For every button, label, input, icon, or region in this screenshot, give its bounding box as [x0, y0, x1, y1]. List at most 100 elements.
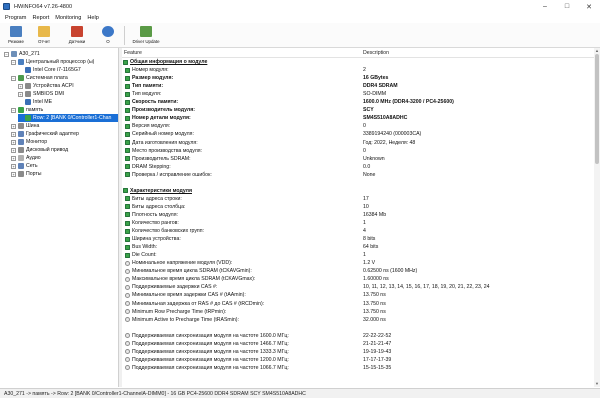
tree-item[interactable]: + Дисковый привод	[11, 146, 68, 154]
detail-list[interactable]: Feature Description Общая информация о м…	[122, 48, 594, 387]
detail-row[interactable]: Дата изготовления модуля: Год: 2022, Неде…	[122, 139, 594, 147]
column-header-description[interactable]: Description	[363, 48, 389, 57]
info-icon	[125, 220, 130, 226]
menu-program[interactable]: Program	[2, 15, 29, 21]
detail-row[interactable]: Производитель модуля: SCY	[122, 106, 594, 114]
detail-row[interactable]: Ширина устройства: 8 bits	[122, 235, 594, 243]
report-button[interactable]: Отчет	[33, 25, 55, 46]
detail-row[interactable]: Количество рангов: 1	[122, 219, 594, 227]
menu-help[interactable]: Help	[84, 15, 102, 21]
detail-row[interactable]: Минимальное время задержки CAS # (tAAmin…	[122, 291, 594, 299]
detail-row[interactable]: Минимальное время цикла SDRAM (tCKAVGmin…	[122, 267, 594, 275]
tree-item[interactable]: + Сеть	[11, 162, 38, 170]
detail-row[interactable]: Minimum Active to Precharge Time (tRASmi…	[122, 316, 594, 324]
detail-row[interactable]: Серийный номер модуля: 3389194240 (000003…	[122, 130, 594, 138]
device-tree[interactable]: − A30_271− Центральный процессор (ы) Intel …	[2, 48, 119, 387]
info-icon	[125, 212, 130, 218]
detail-row[interactable]: Minimum Row Precharge Time (tRPmin): 13.7…	[122, 308, 594, 316]
detail-row[interactable]: Место производства модуля: 0	[122, 147, 594, 155]
summary-button[interactable]: Резюме	[5, 25, 27, 46]
sensors-button[interactable]: Датчики	[64, 25, 90, 46]
expand-icon[interactable]: +	[18, 83, 23, 89]
maximize-button[interactable]: □	[556, 0, 578, 13]
timing-icon	[125, 357, 130, 363]
tree-item[interactable]: + Шина	[11, 122, 39, 130]
detail-row[interactable]: Биты адреса столбца: 10	[122, 203, 594, 211]
detail-row[interactable]: Максимальное время цикла SDRAM (tCKAVGma…	[122, 275, 594, 283]
detail-row[interactable]: Поддерживаемая синхронизация модуля на ч…	[122, 340, 594, 348]
tree-item[interactable]: Intel ME	[18, 98, 52, 106]
expand-icon[interactable]: +	[11, 123, 16, 129]
feature-label: Номинальное напряжение модуля (VDD):	[132, 260, 233, 267]
collapse-icon[interactable]: −	[11, 59, 16, 65]
tree-item[interactable]: − Системная плата	[11, 74, 68, 82]
driver-update-button[interactable]: Driver Update	[129, 25, 163, 46]
detail-row[interactable]: Минимальная задержка от RAS # до CAS # (…	[122, 300, 594, 308]
tree-item[interactable]: Row: 2 [BANK 0/Controller1-Chan	[18, 114, 118, 122]
collapse-icon[interactable]: −	[11, 107, 16, 113]
detail-row[interactable]: Плотность модуля: 16384 Mb	[122, 211, 594, 219]
detail-row[interactable]: Поддерживаемая синхронизация модуля на ч…	[122, 332, 594, 340]
detail-row[interactable]: Поддерживаемая синхронизация модуля на ч…	[122, 364, 594, 372]
detail-row[interactable]: Поддерживаемые задержки CAS #: 10, 11, 12…	[122, 283, 594, 291]
tree-item[interactable]: + Графический адаптер	[11, 130, 79, 138]
detail-row[interactable]: Размер модуля: 16 GBytes	[122, 74, 594, 82]
tree-item[interactable]: − память	[11, 106, 43, 114]
detail-row[interactable]: Die Count: 1	[122, 251, 594, 259]
about-button[interactable]: О	[99, 25, 117, 46]
tree-item[interactable]: Intel Core i7-1165G7	[18, 66, 81, 74]
expand-icon[interactable]: +	[11, 139, 16, 145]
scroll-down-arrow[interactable]: ▼	[594, 381, 600, 387]
title-bar: HWiNFO64 v7.26-4800 – □ ✕	[0, 0, 600, 13]
detail-row[interactable]: Количество банковских групп: 4	[122, 227, 594, 235]
scroll-thumb[interactable]	[595, 54, 599, 164]
expand-icon[interactable]: +	[11, 155, 16, 161]
detail-row[interactable]: Номинальное напряжение модуля (VDD): 1.2 …	[122, 259, 594, 267]
vertical-scrollbar[interactable]: ▲ ▼	[594, 48, 600, 387]
detail-row[interactable]: DRAM Stepping: 0.0	[122, 163, 594, 171]
tree-item[interactable]: + Порты	[11, 170, 42, 178]
detail-row[interactable]: Проверка / исправление ошибок: None	[122, 171, 594, 179]
tree-item[interactable]: − Центральный процессор (ы)	[11, 58, 94, 66]
tree-item[interactable]: + SMBIOS DMI	[18, 90, 64, 98]
section-header[interactable]: Общая информация о модуле	[122, 58, 594, 66]
detail-row[interactable]: Тип памяти: DDR4 SDRAM	[122, 82, 594, 90]
feature-label: Версия модуля:	[132, 123, 171, 130]
detail-row[interactable]: Номер модуля: 2	[122, 66, 594, 74]
detail-row[interactable]: Производитель SDRAM: Unknown	[122, 155, 594, 163]
expand-icon[interactable]: +	[11, 131, 16, 137]
section-header[interactable]: Характеристики модуля	[122, 187, 594, 195]
timing-icon	[125, 268, 130, 274]
minimize-button[interactable]: –	[534, 0, 556, 13]
collapse-icon[interactable]: −	[11, 75, 16, 81]
feature-label: Bus Width:	[132, 244, 158, 251]
column-header-feature[interactable]: Feature	[124, 48, 142, 57]
tree-item[interactable]: + Аудио	[11, 154, 41, 162]
expand-icon[interactable]: +	[18, 91, 23, 97]
close-button[interactable]: ✕	[578, 0, 600, 13]
feature-label: Minimum Active to Precharge Time (tRASmi…	[132, 316, 239, 323]
detail-row[interactable]: Поддерживаемая синхронизация модуля на ч…	[122, 348, 594, 356]
feature-value: Год: 2022, Неделя: 48	[363, 139, 416, 146]
tree-item[interactable]: − A30_271	[4, 50, 40, 58]
detail-row[interactable]: Версия модуля: 0	[122, 122, 594, 130]
detail-row[interactable]: Bus Width: 64 bits	[122, 243, 594, 251]
detail-row[interactable]: Номер детали модуля: SM4S510A8ADHC	[122, 114, 594, 122]
detail-row[interactable]: Поддерживаемая синхронизация модуля на ч…	[122, 356, 594, 364]
collapse-icon[interactable]: −	[4, 51, 9, 57]
menu-monitoring[interactable]: Monitoring	[52, 15, 84, 21]
expand-icon[interactable]: +	[11, 163, 16, 169]
info-icon	[125, 196, 130, 202]
menu-report[interactable]: Report	[29, 15, 52, 21]
feature-value: 2	[363, 67, 366, 74]
tree-item[interactable]: + Устройства ACPI	[18, 82, 74, 90]
expand-icon[interactable]: +	[11, 147, 16, 153]
detail-row[interactable]: Тип модуля: SO-DIMM	[122, 90, 594, 98]
detail-row[interactable]: Скорость памяти: 1600.0 MHz (DDR4-3200 / …	[122, 98, 594, 106]
device-icon	[25, 91, 31, 97]
tree-item[interactable]: + Монитор	[11, 138, 47, 146]
detail-row[interactable]: Биты адреса строки: 17	[122, 195, 594, 203]
expand-icon[interactable]: +	[11, 171, 16, 177]
